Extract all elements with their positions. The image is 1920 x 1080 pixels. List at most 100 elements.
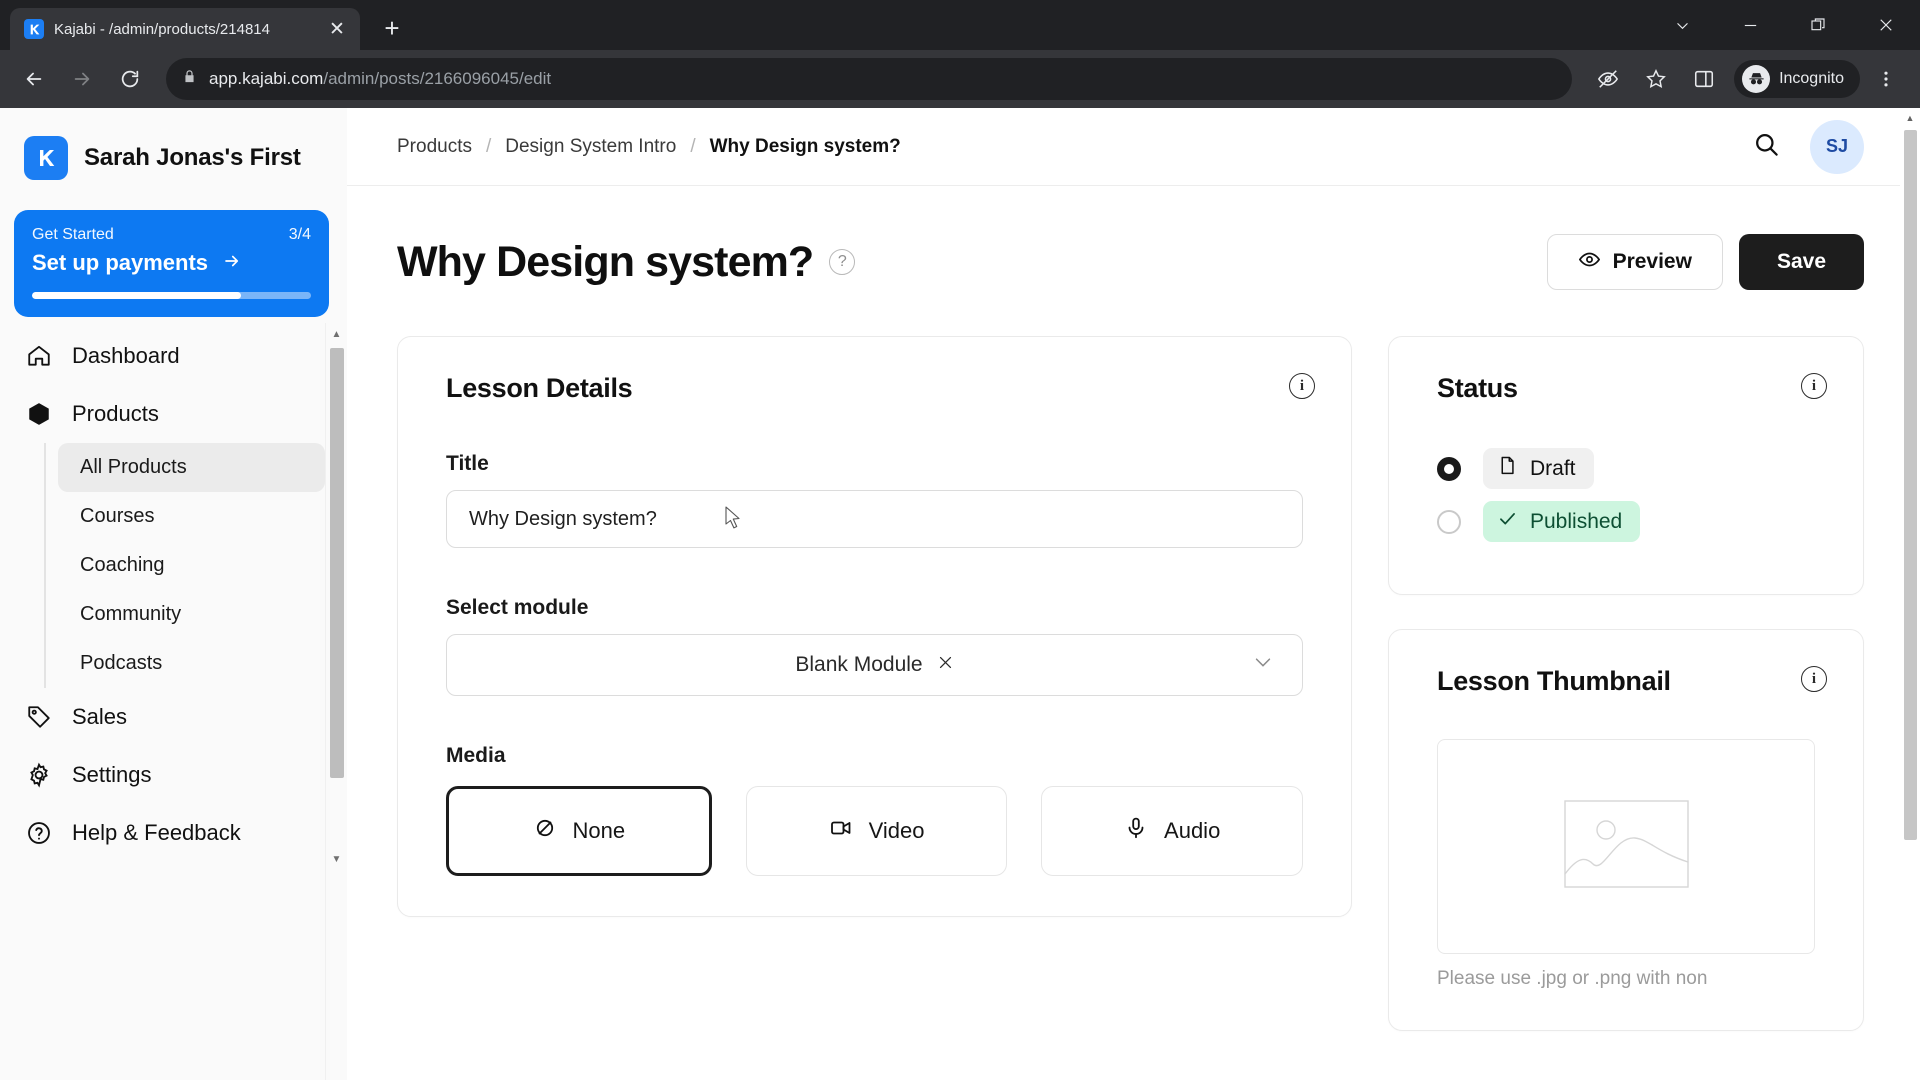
- url-path: /admin/posts/2166096045/edit: [323, 69, 552, 88]
- scroll-down-arrow-icon[interactable]: ▼: [326, 848, 347, 870]
- sidebar-scrollbar[interactable]: ▲ ▼: [325, 323, 347, 1080]
- tab-title: Kajabi - /admin/products/214814: [54, 20, 270, 38]
- breadcrumb-products[interactable]: Products: [397, 136, 472, 158]
- get-started-card[interactable]: Get Started 3/4 Set up payments: [14, 210, 329, 317]
- preview-button[interactable]: Preview: [1546, 234, 1723, 290]
- eye-icon: [1578, 248, 1601, 277]
- radio-button[interactable]: [1437, 456, 1461, 481]
- sidebar-item-podcasts[interactable]: Podcasts: [58, 639, 325, 688]
- check-icon: [1497, 508, 1518, 535]
- new-tab-button[interactable]: +: [372, 8, 412, 48]
- sidebar-item-settings[interactable]: Settings: [0, 746, 325, 804]
- sidebar-subnav-products: All Products Courses Coaching Community …: [44, 443, 325, 688]
- chevron-down-icon[interactable]: [1252, 651, 1274, 679]
- status-option-published[interactable]: Published: [1437, 501, 1815, 542]
- module-selected-value: Blank Module: [795, 653, 923, 676]
- status-label: Draft: [1530, 456, 1576, 480]
- sidebar-item-help-feedback[interactable]: Help & Feedback: [0, 804, 325, 862]
- brand-header[interactable]: Sarah Jonas's First: [0, 108, 347, 204]
- scrollbar-thumb[interactable]: [330, 348, 344, 778]
- forward-icon[interactable]: [60, 57, 104, 101]
- sidebar-item-all-products[interactable]: All Products: [58, 443, 325, 492]
- status-badge: Draft: [1483, 448, 1594, 489]
- clear-module-icon[interactable]: [937, 654, 954, 677]
- media-option-audio[interactable]: Audio: [1041, 786, 1304, 876]
- three-dot-menu-icon[interactable]: [1864, 57, 1908, 101]
- topbar-actions: SJ: [1753, 119, 1864, 174]
- search-icon[interactable]: [1753, 131, 1780, 163]
- media-option-video[interactable]: Video: [745, 786, 1008, 876]
- thumbnail-note: Please use .jpg or .png with non: [1437, 968, 1708, 989]
- incognito-profile-button[interactable]: Incognito: [1734, 60, 1860, 98]
- sidebar-item-coaching[interactable]: Coaching: [58, 541, 325, 590]
- get-started-label: Get Started: [32, 226, 114, 243]
- status-option-draft[interactable]: Draft: [1437, 448, 1815, 489]
- image-placeholder-icon: [1563, 800, 1689, 893]
- video-camera-icon: [829, 816, 853, 846]
- get-started-progress: [32, 292, 311, 299]
- kajabi-logo-icon: [24, 136, 68, 180]
- status-label: Published: [1530, 509, 1623, 533]
- reload-icon[interactable]: [108, 57, 152, 101]
- page-scrollbar[interactable]: ▲: [1900, 108, 1920, 1080]
- save-button[interactable]: Save: [1738, 234, 1864, 290]
- sidebar-item-community[interactable]: Community: [58, 590, 325, 639]
- close-icon[interactable]: ✕: [324, 16, 350, 42]
- sidebar-item-label: Products: [72, 401, 159, 426]
- window-controls: [1648, 0, 1920, 50]
- scroll-up-arrow-icon[interactable]: ▲: [326, 323, 347, 345]
- media-field-label: Media: [446, 744, 506, 767]
- thumbnail-dropzone[interactable]: [1437, 739, 1815, 954]
- tag-icon: [24, 702, 54, 732]
- scrollbar-thumb[interactable]: [1904, 130, 1917, 840]
- browser-tab[interactable]: Kajabi - /admin/products/214814 ✕: [10, 8, 360, 50]
- close-window-icon[interactable]: [1852, 0, 1920, 50]
- incognito-hat-icon: [1742, 65, 1771, 93]
- breadcrumb-separator: /: [690, 135, 696, 157]
- status-options: Draft Published: [1437, 448, 1815, 542]
- scroll-up-arrow-icon[interactable]: ▲: [1900, 108, 1920, 128]
- media-option-none[interactable]: None: [446, 786, 712, 876]
- eye-slash-icon[interactable]: [1586, 57, 1630, 101]
- star-icon[interactable]: [1634, 57, 1678, 101]
- eye-slash-icon: [533, 816, 557, 846]
- breadcrumb-current: Why Design system?: [709, 135, 901, 157]
- breadcrumb-design-system-intro[interactable]: Design System Intro: [505, 136, 676, 158]
- question-mark-icon[interactable]: ?: [829, 249, 856, 275]
- restore-icon[interactable]: [1784, 0, 1852, 50]
- get-started-action[interactable]: Set up payments: [32, 250, 311, 276]
- browser-window: Kajabi - /admin/products/214814 ✕ + app.…: [0, 0, 1920, 1080]
- address-bar[interactable]: app.kajabi.com/admin/posts/2166096045/ed…: [166, 58, 1573, 100]
- info-icon[interactable]: i: [1801, 373, 1827, 399]
- page-actions: Preview Save: [1546, 234, 1864, 290]
- content-topbar: Products / Design System Intro / Why Des…: [347, 108, 1920, 186]
- get-started-header: Get Started 3/4: [32, 226, 311, 244]
- content-columns: Lesson Details i Title Why Design system…: [397, 336, 1864, 1031]
- page-title: Why Design system?: [397, 237, 814, 286]
- lesson-details-card: Lesson Details i Title Why Design system…: [397, 336, 1352, 917]
- media-options: None Video Audio: [446, 786, 1304, 876]
- sidebar-item-products[interactable]: Products: [0, 385, 325, 443]
- incognito-label: Incognito: [1779, 70, 1844, 87]
- avatar[interactable]: SJ: [1810, 119, 1864, 174]
- home-icon: [24, 341, 54, 371]
- chevron-down-icon[interactable]: [1648, 0, 1716, 50]
- back-icon[interactable]: [12, 57, 56, 101]
- info-icon[interactable]: i: [1289, 373, 1315, 399]
- sidebar-item-dashboard[interactable]: Dashboard: [0, 327, 325, 385]
- sidebar-item-sales[interactable]: Sales: [0, 688, 325, 746]
- page-viewport: Sarah Jonas's First Get Started 3/4 Set …: [0, 108, 1920, 1080]
- minimize-icon[interactable]: [1716, 0, 1784, 50]
- box-icon: [24, 399, 54, 429]
- sidebar-item-label: Help & Feedback: [72, 820, 241, 845]
- main-content: Products / Design System Intro / Why Des…: [347, 108, 1920, 1080]
- page-body: Why Design system? ? Preview Save Lesson…: [347, 186, 1920, 1080]
- side-panel-icon[interactable]: [1682, 57, 1726, 101]
- module-select[interactable]: Blank Module: [446, 634, 1303, 696]
- question-circle-icon: [24, 818, 54, 848]
- sidebar-item-courses[interactable]: Courses: [58, 492, 325, 541]
- media-option-label: Audio: [1164, 818, 1221, 843]
- radio-button[interactable]: [1437, 509, 1461, 534]
- title-input[interactable]: Why Design system?: [446, 490, 1303, 548]
- info-icon[interactable]: i: [1801, 666, 1827, 692]
